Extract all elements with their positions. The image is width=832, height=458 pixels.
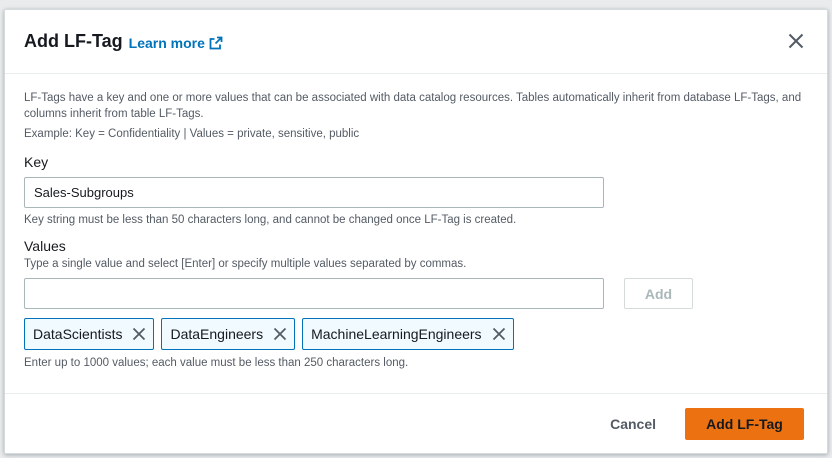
modal-description: LF-Tags have a key and one or more value… [24, 92, 802, 120]
dismiss-icon[interactable] [273, 327, 287, 341]
token-machinelearningengineers: MachineLearningEngineers [302, 318, 514, 350]
key-label: Key [24, 154, 49, 170]
values-hint: Enter up to 1000 values; each value must… [24, 357, 409, 369]
modal-header: Add LF-Tag Learn more [5, 10, 827, 74]
values-input[interactable] [24, 278, 604, 309]
close-icon[interactable] [787, 32, 805, 50]
dismiss-icon[interactable] [132, 327, 146, 341]
modal-footer: Cancel Add LF-Tag [5, 393, 827, 453]
values-input-row: Add [24, 278, 808, 309]
add-lf-tag-button[interactable]: Add LF-Tag [685, 407, 804, 440]
external-link-icon [209, 36, 223, 49]
key-hint: Key string must be less than 50 characte… [24, 214, 517, 226]
modal-body: LF-Tags have a key and one or more value… [5, 74, 827, 369]
cancel-button[interactable]: Cancel [610, 416, 656, 432]
token-dataengineers: DataEngineers [161, 318, 296, 350]
learn-more-link[interactable]: Learn more [129, 35, 223, 51]
add-value-button[interactable]: Add [624, 278, 693, 309]
token-label: MachineLearningEngineers [311, 326, 482, 342]
token-label: DataScientists [33, 326, 123, 342]
values-description: Type a single value and select [Enter] o… [24, 258, 467, 270]
values-label: Values [24, 238, 66, 254]
dismiss-icon[interactable] [492, 327, 506, 341]
modal-example: Example: Key = Confidentiality | Values … [24, 128, 360, 140]
add-lf-tag-modal: Add LF-Tag Learn more LF-Tags have a key… [4, 9, 828, 454]
modal-title: Add LF-Tag [24, 31, 123, 51]
key-input[interactable] [24, 177, 604, 208]
token-datascientists: DataScientists [24, 318, 155, 350]
token-list: DataScientists DataEngineers MachineLear… [24, 318, 808, 350]
learn-more-label: Learn more [128, 34, 205, 51]
token-label: DataEngineers [170, 326, 264, 342]
